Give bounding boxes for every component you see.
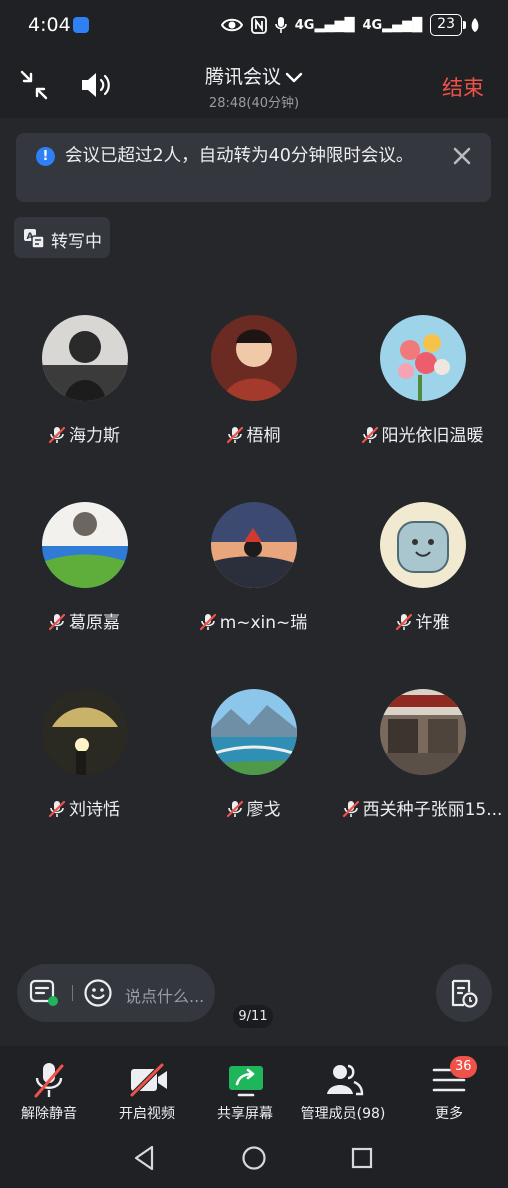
meeting-timer: 28:48(40分钟) [208, 96, 300, 111]
participant-name: 西关种子张丽15... [338, 795, 507, 820]
unmute-label: 解除静音 [21, 1106, 77, 1122]
share-screen-label: 共享屏幕 [217, 1106, 273, 1122]
participant-name: 刘诗恬 [0, 795, 169, 820]
mic-muted-icon [49, 426, 65, 444]
avatar [42, 315, 128, 401]
status-bar: 4:04 4G▂▄▆█ 4G▂▄▆█ 23 [0, 0, 508, 52]
transcribe-chip[interactable]: A 转写中 [14, 217, 110, 258]
bottom-toolbar: 解除静音 开启视频 共享屏幕 管理成员(98) 36 更多 [0, 1046, 508, 1128]
participant-tile[interactable]: m~xin~瑞 [169, 502, 338, 672]
signal-4g-icon: 4G▂▄▆█ [362, 17, 423, 33]
notes-button[interactable] [436, 964, 492, 1022]
participant-tile[interactable]: 廖戈 [169, 689, 338, 859]
avatar [211, 689, 297, 775]
start-video-button[interactable]: 开启视频 [98, 1046, 196, 1128]
share-screen-icon [229, 1066, 263, 1097]
avatar [211, 502, 297, 588]
more-label: 更多 [435, 1106, 463, 1122]
meeting-title-text: 腾讯会议 [204, 66, 281, 88]
participant-tile[interactable]: 梧桐 [169, 315, 338, 485]
nfc-icon [250, 16, 267, 34]
mic-muted-icon [34, 1063, 64, 1098]
status-time: 4:04 [28, 14, 71, 36]
mic-muted-icon [343, 800, 359, 818]
share-screen-button[interactable]: 共享屏幕 [196, 1046, 294, 1128]
participant-name: 海力斯 [0, 421, 169, 446]
participant-tile[interactable]: 葛原嘉 [0, 502, 169, 672]
time-limit-notice: ! 会议已超过2人，自动转为40分钟限时会议。 [16, 133, 491, 202]
avatar [42, 502, 128, 588]
mic-icon [274, 17, 287, 33]
avatar [380, 315, 466, 401]
emoji-icon[interactable] [83, 978, 113, 1008]
notification-badge: 36 [450, 1056, 477, 1078]
mic-muted-icon [200, 613, 216, 631]
members-icon [327, 1064, 364, 1096]
mic-muted-icon [396, 613, 412, 631]
meeting-header: 腾讯会议 28:48(40分钟) 结束 [0, 52, 508, 118]
manage-members-label: 管理成员(98) [300, 1106, 386, 1122]
page-indicator: 9/11 [233, 1005, 273, 1028]
status-icons: 4G▂▄▆█ 4G▂▄▆█ 23 [220, 14, 480, 36]
more-button[interactable]: 36 更多 [400, 1046, 498, 1128]
chat-placeholder[interactable]: 说点什么... [125, 983, 204, 1007]
notes-icon [451, 979, 478, 1008]
participant-tile[interactable]: 西关种子张丽15... [338, 689, 507, 859]
manage-members-button[interactable]: 管理成员(98) [294, 1046, 392, 1128]
participant-name: 梧桐 [169, 421, 338, 446]
home-icon[interactable] [239, 1144, 269, 1172]
avatar [380, 689, 466, 775]
participant-name: 葛原嘉 [0, 608, 169, 633]
mic-muted-icon [49, 613, 65, 631]
transcribe-label: 转写中 [51, 232, 102, 252]
chat-input-bar[interactable]: 说点什么... [17, 964, 215, 1022]
end-meeting-button[interactable]: 结束 [442, 72, 484, 102]
mic-muted-icon [227, 426, 243, 444]
participant-name: 廖戈 [169, 795, 338, 820]
participant-name: 阳光依旧温暖 [338, 421, 507, 446]
unmute-button[interactable]: 解除静音 [0, 1046, 98, 1128]
participant-tile[interactable]: 刘诗恬 [0, 689, 169, 859]
info-icon: ! [36, 147, 55, 166]
participant-name: 许雅 [338, 608, 507, 633]
video-off-icon [129, 1062, 167, 1098]
chevron-down-icon [285, 72, 303, 82]
signal-4g-icon: 4G▂▄▆█ [294, 17, 355, 33]
participant-tile[interactable]: 阳光依旧温暖 [338, 315, 507, 485]
avatar [380, 502, 466, 588]
eye-icon [220, 18, 243, 32]
mic-muted-icon [49, 800, 65, 818]
transcribe-icon: A [24, 229, 45, 249]
mic-muted-icon [362, 426, 378, 444]
meeting-app-icon [73, 17, 89, 33]
meeting-title[interactable]: 腾讯会议 [0, 62, 508, 89]
divider [72, 985, 73, 1001]
participant-tile[interactable]: 海力斯 [0, 315, 169, 485]
mic-muted-icon [227, 800, 243, 818]
avatar [42, 689, 128, 775]
caption-icon[interactable] [29, 979, 59, 1007]
recents-icon[interactable] [347, 1144, 377, 1172]
leaf-icon [471, 18, 479, 32]
system-nav-bar [0, 1128, 508, 1188]
participant-name: m~xin~瑞 [169, 608, 338, 633]
back-icon[interactable] [130, 1144, 160, 1172]
close-icon[interactable] [451, 145, 473, 167]
battery-indicator: 23 [430, 14, 466, 36]
start-video-label: 开启视频 [119, 1106, 175, 1122]
notice-text: 会议已超过2人，自动转为40分钟限时会议。 [65, 146, 414, 166]
participant-tile[interactable]: 许雅 [338, 502, 507, 672]
avatar [211, 315, 297, 401]
